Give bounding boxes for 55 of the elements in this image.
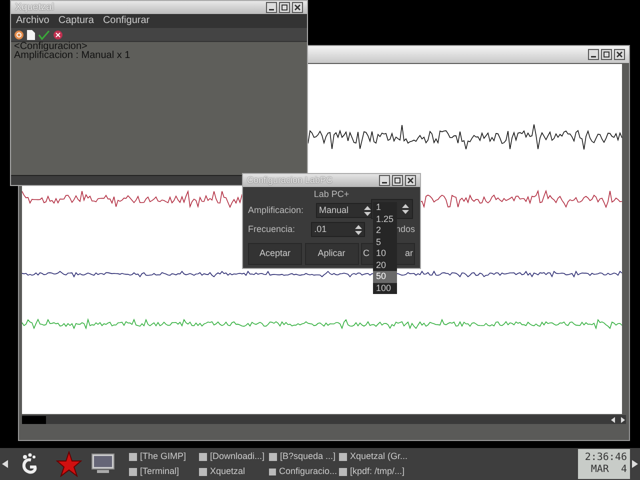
dropdown-option[interactable]: 5 [373, 236, 397, 248]
maximize-icon[interactable] [392, 175, 403, 186]
record-icon[interactable] [14, 30, 24, 40]
scrollbar-thumb[interactable] [22, 416, 46, 424]
taskbar-button[interactable]: Xquetzal (Gr... [339, 449, 413, 464]
field-label: Frecuencia: [248, 222, 296, 236]
computer-icon[interactable] [91, 453, 117, 475]
dropdown-option[interactable]: 1.25 [373, 214, 397, 225]
clock-date: MAR 4 [590, 464, 627, 476]
horizontal-scrollbar[interactable] [22, 415, 626, 424]
window-title: Xquetzal [15, 2, 54, 12]
menu-item[interactable]: Captura [58, 16, 94, 26]
spin-arrows-icon[interactable] [402, 204, 409, 214]
taskbar-button[interactable]: [B?squeda ...] [269, 449, 337, 464]
spin-arrows-icon[interactable] [355, 224, 362, 234]
taskbar-button[interactable]: [The GIMP] [129, 449, 197, 464]
star-icon[interactable] [56, 451, 82, 477]
spin-arrows-icon[interactable] [364, 206, 371, 216]
taskbar-button[interactable]: [Downloadi...] [199, 449, 267, 464]
stop-icon[interactable] [53, 30, 63, 40]
window-title: Configuracion LabPC [247, 176, 333, 185]
checkmark-icon[interactable] [38, 30, 50, 40]
maximize-icon[interactable] [601, 49, 612, 60]
taskbar-button[interactable]: [Terminal] [129, 464, 197, 479]
dropdown-option[interactable]: 50 [373, 271, 397, 282]
dialog-button[interactable]: Aplicar [304, 243, 358, 265]
menu-item[interactable]: Archivo [16, 16, 50, 26]
clock-time: 2:36:46 [584, 452, 627, 464]
close-icon[interactable] [614, 49, 625, 60]
dropdown-option[interactable]: 1 [373, 202, 397, 214]
dropdown-option[interactable]: 2 [373, 225, 397, 236]
dropdown-option[interactable]: 10 [373, 248, 397, 260]
scroll-left-icon[interactable] [2, 460, 8, 468]
close-icon[interactable] [405, 175, 416, 186]
close-icon[interactable] [292, 2, 303, 13]
spin-box[interactable]: Manual [316, 203, 374, 218]
spin-box[interactable]: .01 [311, 222, 366, 237]
minimize-icon[interactable] [266, 2, 277, 13]
log-line: Amplificacion : Manual x 1 [14, 51, 132, 60]
document-icon[interactable] [27, 30, 35, 40]
taskbar-button[interactable]: Xquetzal [199, 464, 267, 479]
scroll-arrows-icon[interactable] [610, 416, 626, 424]
minimize-icon[interactable] [379, 175, 390, 186]
group-label: Lab PC+ [314, 188, 350, 201]
taskbar-button[interactable]: Configuracio... [269, 464, 337, 479]
scroll-right-icon[interactable] [632, 460, 638, 468]
log-line: <Configuracion> [14, 42, 88, 51]
menu-item[interactable]: Configurar [102, 16, 150, 26]
taskbar-button[interactable]: [kpdf: /tmp/...] [339, 464, 413, 479]
minimize-icon[interactable] [588, 49, 599, 60]
field-label: Amplificacion: [248, 204, 305, 217]
dropdown-option[interactable]: 100 [373, 282, 397, 294]
dialog-button[interactable]: Aceptar [248, 243, 302, 265]
maximize-icon[interactable] [279, 2, 290, 13]
dropdown-option[interactable]: 20 [373, 260, 397, 271]
